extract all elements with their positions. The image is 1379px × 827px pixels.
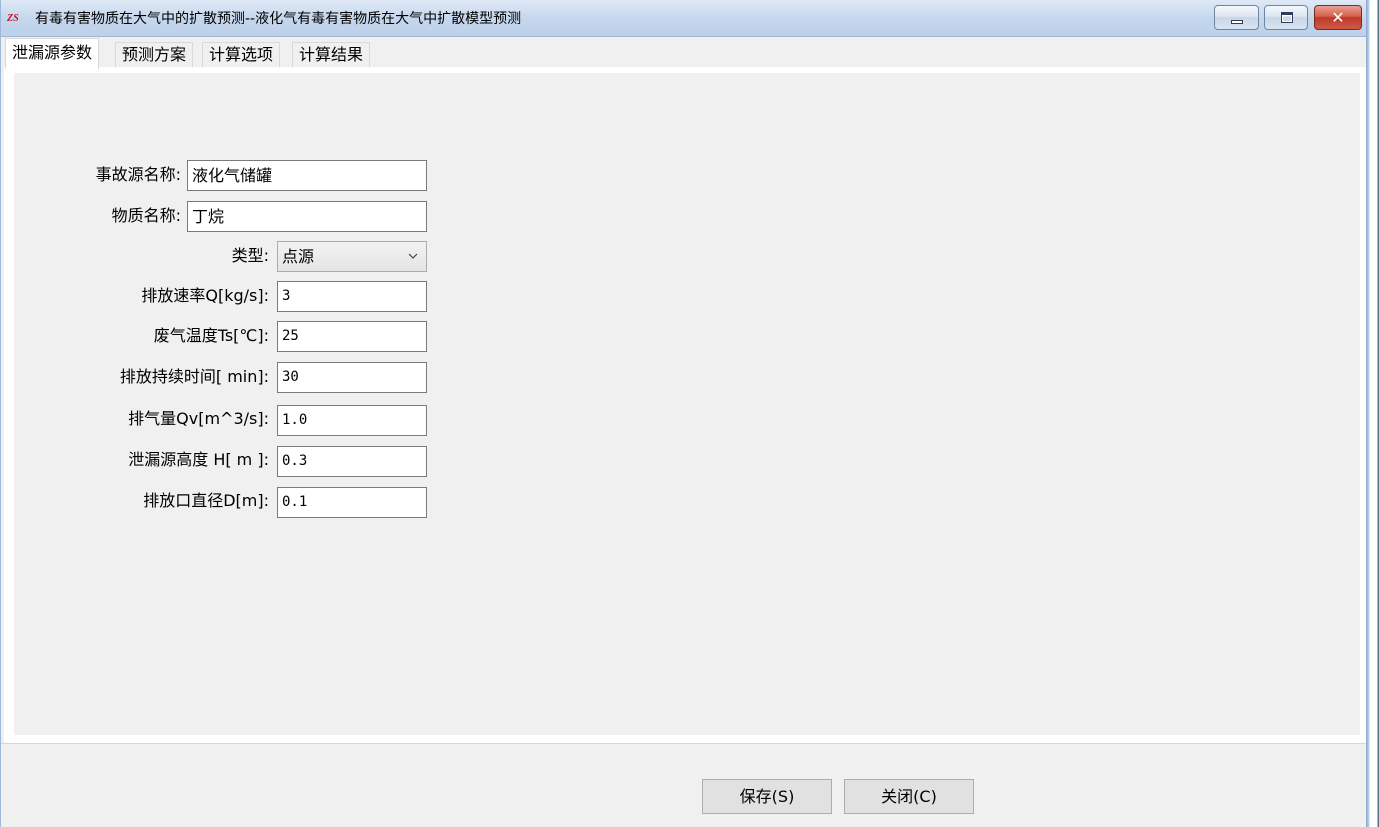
tab-leak-source-params[interactable]: 泄漏源参数: [5, 38, 100, 69]
source-height-label: 泄漏源高度 H[ m ]:: [128, 450, 269, 469]
tab-calculation-results[interactable]: 计算结果: [292, 42, 371, 68]
type-label: 类型:: [231, 246, 269, 265]
substance-name-label: 物质名称:: [111, 206, 181, 225]
emission-rate-label: 排放速率Q[kg/s]:: [141, 286, 269, 305]
gas-volume-input[interactable]: 1.0: [277, 405, 427, 436]
title-bar[interactable]: ZS 有毒有害物质在大气中的扩散预测--液化气有毒有害物质在大气中扩散模型预测 …: [1, 0, 1367, 37]
footer-divider: [1, 743, 1367, 744]
duration-label: 排放持续时间[ min]:: [119, 367, 269, 386]
chevron-down-icon: [408, 253, 418, 259]
tab-calculation-options[interactable]: 计算选项: [202, 42, 281, 68]
duration-input[interactable]: 30: [277, 362, 427, 393]
gas-volume-label: 排气量Qv[m^3/s]:: [128, 409, 269, 428]
substance-name-input[interactable]: 丁烷: [187, 201, 427, 232]
emission-rate-input[interactable]: 3: [277, 281, 427, 312]
window-border: [1366, 0, 1379, 827]
type-select[interactable]: 点源: [277, 241, 427, 272]
gas-temperature-input[interactable]: 25: [277, 321, 427, 352]
type-select-value: 点源: [282, 247, 315, 266]
application-window: ZS 有毒有害物质在大气中的扩散预测--液化气有毒有害物质在大气中扩散模型预测 …: [0, 0, 1367, 827]
minimize-button[interactable]: [1214, 5, 1259, 30]
save-button[interactable]: 保存(S): [702, 779, 832, 814]
close-window-button[interactable]: ✕: [1314, 5, 1362, 30]
maximize-icon: [1281, 12, 1293, 23]
minimize-icon: [1231, 20, 1243, 24]
close-icon: ✕: [1331, 8, 1345, 27]
tab-prediction-scheme[interactable]: 预测方案: [115, 42, 194, 68]
accident-source-label: 事故源名称:: [95, 165, 181, 184]
outlet-diameter-label: 排放口直径D[m]:: [143, 491, 269, 510]
gas-temperature-label: 废气温度Ts[℃]:: [153, 326, 269, 345]
close-button[interactable]: 关闭(C): [844, 779, 974, 814]
app-logo-icon: ZS: [7, 13, 19, 24]
window-title: 有毒有害物质在大气中的扩散预测--液化气有毒有害物质在大气中扩散模型预测: [35, 11, 522, 27]
outlet-diameter-input[interactable]: 0.1: [277, 487, 427, 518]
accident-source-input[interactable]: 液化气储罐: [187, 160, 427, 191]
maximize-button[interactable]: [1264, 5, 1308, 30]
source-height-input[interactable]: 0.3: [277, 446, 427, 477]
tab-strip: 泄漏源参数 预测方案 计算选项 计算结果: [5, 38, 1367, 69]
